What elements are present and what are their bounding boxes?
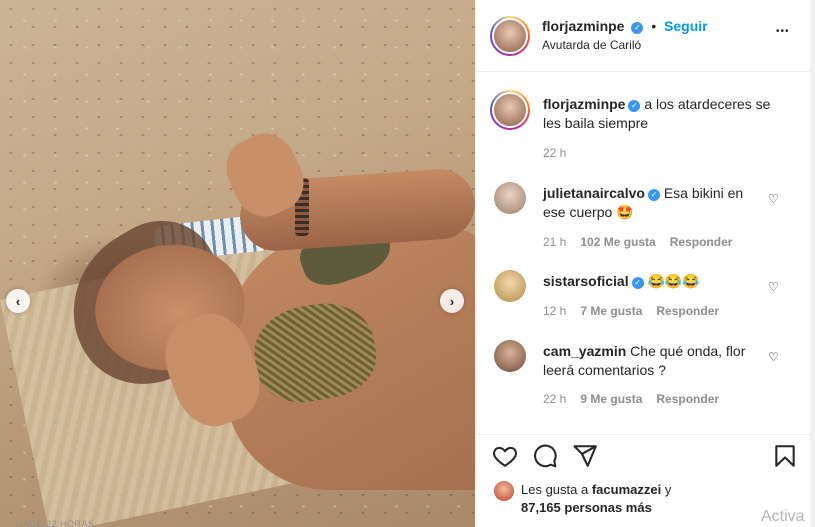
post-date[interactable]: HACE 22 HORAS — [16, 519, 95, 527]
comment-meta: 12 h 7 Me gusta Responder — [543, 304, 733, 318]
commenter-avatar[interactable] — [494, 182, 526, 214]
comment-likes[interactable]: 102 Me gusta — [580, 235, 655, 249]
commenter-avatar[interactable] — [494, 340, 526, 372]
post-location[interactable]: Avutarda de Cariló — [542, 38, 641, 52]
comment-bubble-icon[interactable] — [532, 443, 558, 469]
comment-username[interactable]: julietanaircalvo — [543, 185, 645, 201]
header-user-line: florjazminpe ✓ • Seguir — [542, 18, 708, 34]
caption-username[interactable]: florjazminpe — [543, 96, 625, 112]
commenter-avatar[interactable] — [494, 270, 526, 302]
author-avatar[interactable] — [490, 16, 530, 56]
post-header: florjazminpe ✓ • Seguir Avutarda de Cari… — [476, 0, 811, 72]
bookmark-icon[interactable] — [772, 443, 798, 469]
activation-watermark: Activa — [761, 508, 805, 525]
reply-button[interactable]: Responder — [656, 304, 719, 318]
follow-button[interactable]: Seguir — [664, 18, 708, 34]
caption-avatar[interactable] — [490, 90, 530, 130]
reply-button[interactable]: Responder — [656, 392, 719, 406]
comment-meta: 22 h 9 Me gusta Responder — [543, 392, 733, 406]
caption-time: 22 h — [543, 146, 567, 160]
chevron-left-icon[interactable]: ‹ — [6, 289, 30, 313]
comment-like-heart-icon[interactable]: ♡ — [768, 192, 779, 206]
verified-badge-icon: ✓ — [631, 22, 644, 34]
liker-username[interactable]: facumazzei — [592, 482, 661, 497]
comment-body: 😂😂😂 — [647, 273, 700, 289]
comment-text: cam_yazmin Che qué onda, flor leerá come… — [543, 342, 763, 380]
author-username[interactable]: florjazminpe — [542, 18, 624, 34]
liker-avatar[interactable] — [494, 481, 514, 501]
verified-badge-icon: ✓ — [628, 100, 641, 112]
post-media[interactable]: ‹ › — [0, 0, 475, 527]
verified-badge-icon: ✓ — [647, 189, 660, 201]
comment-time: 12 h — [543, 304, 567, 318]
post-sidebar: florjazminpe ✓ • Seguir Avutarda de Cari… — [475, 0, 811, 527]
heart-icon[interactable] — [492, 443, 518, 469]
chevron-right-icon[interactable]: › — [440, 289, 464, 313]
likes-summary: Les gusta a facumazzei y 87,165 personas… — [521, 481, 671, 517]
comment-text: sistarsoficial ✓ 😂😂😂 — [543, 272, 763, 291]
likes-connector: y — [664, 482, 672, 497]
comment-text: julietanaircalvo ✓ Esa bikini en ese cuer… — [543, 184, 763, 222]
comment-like-heart-icon[interactable]: ♡ — [768, 280, 779, 294]
more-options-icon[interactable]: ••• — [776, 26, 790, 37]
likes-prefix: Les gusta a — [521, 482, 589, 497]
likes-count[interactable]: 87,165 personas más — [521, 500, 652, 515]
reply-button[interactable]: Responder — [670, 235, 733, 249]
comment-time: 21 h — [543, 235, 567, 249]
comment-username[interactable]: cam_yazmin — [543, 343, 626, 359]
comment-like-heart-icon[interactable]: ♡ — [768, 350, 779, 364]
comment-time: 22 h — [543, 392, 567, 406]
verified-badge-icon: ✓ — [631, 277, 644, 289]
scrollbar[interactable] — [810, 0, 815, 527]
comment-username[interactable]: sistarsoficial — [543, 273, 629, 289]
separator-dot: • — [651, 18, 657, 34]
caption-text: florjazminpe ✓ a los atardeceres se les b… — [543, 95, 773, 133]
comment-meta: 21 h 102 Me gusta Responder — [543, 235, 746, 249]
paper-plane-icon[interactable] — [572, 443, 598, 469]
comment-likes[interactable]: 7 Me gusta — [580, 304, 642, 318]
comment-likes[interactable]: 9 Me gusta — [580, 392, 642, 406]
